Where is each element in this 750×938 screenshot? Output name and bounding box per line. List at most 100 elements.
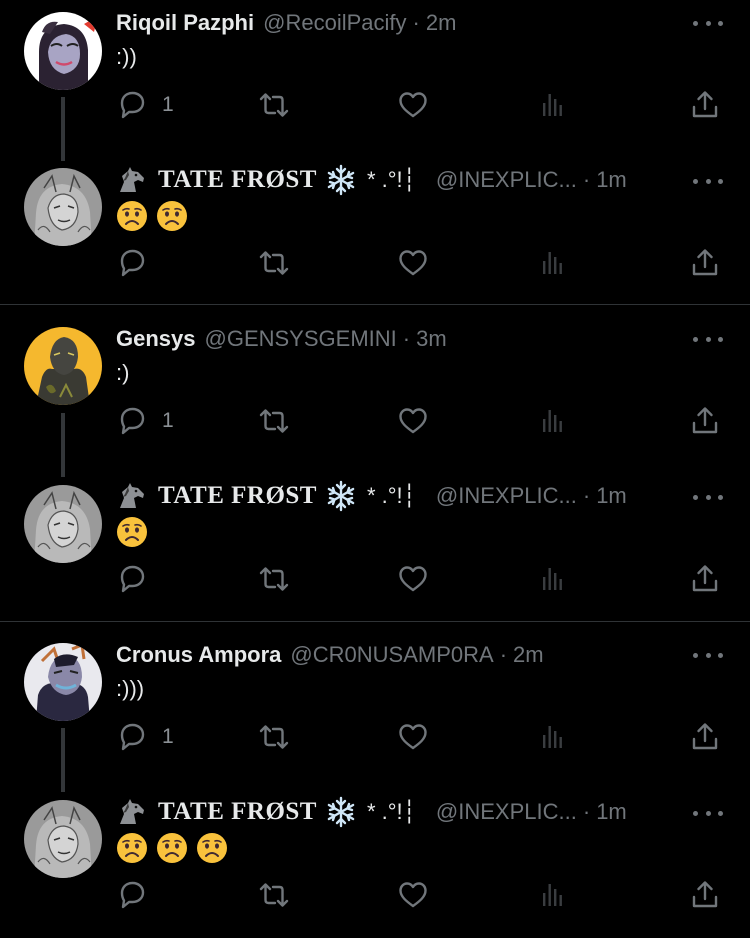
snowflake-icon: [327, 796, 355, 828]
avatar[interactable]: [24, 485, 102, 563]
display-name[interactable]: Riqoil Pazphi: [116, 10, 254, 36]
tweet-header: TATE FRØST * .°!┆ @INEXPLIC... · 1m: [116, 796, 627, 828]
like-button[interactable]: [396, 878, 430, 912]
avatar[interactable]: [24, 327, 102, 405]
tweet-header: Gensys @GENSYSGEMINI · 3m: [116, 324, 447, 354]
avatar[interactable]: [24, 643, 102, 721]
reply-count: 1: [162, 93, 174, 116]
retweet-icon: [259, 93, 289, 117]
analytics-button[interactable]: [536, 562, 570, 596]
analytics-button[interactable]: [536, 720, 570, 754]
like-button[interactable]: [396, 562, 430, 596]
separator-dot: ·: [412, 10, 420, 35]
retweet-button[interactable]: [256, 878, 292, 912]
analytics-icon: [543, 884, 562, 906]
worried-face-icon: [156, 832, 188, 864]
thread-line: [61, 97, 65, 161]
timestamp[interactable]: 1m: [596, 799, 627, 825]
share-button[interactable]: [688, 88, 722, 122]
like-button[interactable]: [396, 88, 430, 122]
like-button[interactable]: [396, 720, 430, 754]
share-button[interactable]: [688, 720, 722, 754]
analytics-button[interactable]: [536, 404, 570, 438]
username[interactable]: @INEXPLIC...: [436, 167, 577, 193]
retweet-icon: [259, 567, 289, 591]
reply-button[interactable]: 1: [116, 720, 174, 754]
worried-face-icon: [156, 200, 188, 232]
avatar[interactable]: [24, 800, 102, 878]
retweet-button[interactable]: [256, 246, 292, 280]
retweet-button[interactable]: [256, 562, 292, 596]
snowflake-icon: [327, 480, 355, 512]
reply-button[interactable]: [116, 878, 150, 912]
retweet-icon: [259, 883, 289, 907]
tweet-header: Riqoil Pazphi @RecoilPacify · 2m: [116, 8, 456, 38]
tweet-emojis: [116, 832, 228, 864]
reply-button[interactable]: 1: [116, 404, 174, 438]
retweet-button[interactable]: [256, 404, 292, 438]
retweet-button[interactable]: [256, 720, 292, 754]
display-name[interactable]: TATE FRØST: [158, 798, 317, 826]
separator-dot: ·: [582, 799, 591, 824]
timestamp[interactable]: 1m: [596, 483, 627, 509]
share-button[interactable]: [688, 878, 722, 912]
analytics-button[interactable]: [536, 878, 570, 912]
analytics-button[interactable]: [536, 246, 570, 280]
separator-dot: ·: [582, 483, 591, 508]
share-icon: [692, 407, 718, 434]
display-name[interactable]: Cronus Ampora: [116, 642, 281, 668]
analytics-icon: [543, 568, 562, 590]
timestamp[interactable]: 1m: [596, 167, 627, 193]
more-icon[interactable]: [693, 809, 723, 817]
separator-dot: ·: [582, 167, 591, 192]
analytics-icon: [543, 410, 562, 432]
share-button[interactable]: [688, 562, 722, 596]
share-icon: [692, 723, 718, 750]
horse-icon: [120, 799, 144, 824]
username[interactable]: @GENSYSGEMINI: [205, 326, 397, 352]
username[interactable]: @CR0NUSAMP0RA: [290, 642, 493, 668]
worried-face-icon: [116, 516, 148, 548]
more-icon[interactable]: [693, 493, 723, 501]
username[interactable]: @INEXPLIC...: [436, 483, 577, 509]
more-icon[interactable]: [693, 651, 723, 659]
like-button[interactable]: [396, 404, 430, 438]
name-decoration: * .°!┆: [366, 799, 416, 824]
avatar[interactable]: [24, 12, 102, 90]
reply-icon: [120, 407, 145, 435]
timestamp[interactable]: 2m: [513, 642, 544, 668]
reply-button[interactable]: [116, 246, 150, 280]
thread-line: [61, 728, 65, 792]
share-icon: [692, 565, 718, 592]
analytics-icon: [543, 94, 562, 116]
more-icon[interactable]: [693, 335, 723, 343]
share-button[interactable]: [688, 246, 722, 280]
reply-button[interactable]: 1: [116, 88, 174, 122]
avatar[interactable]: [24, 168, 102, 246]
retweet-icon: [259, 409, 289, 433]
separator-dot: ·: [402, 326, 411, 351]
display-name[interactable]: TATE FRØST: [158, 482, 317, 510]
display-name[interactable]: TATE FRØST: [158, 166, 317, 194]
reply-button[interactable]: [116, 562, 150, 596]
username[interactable]: @INEXPLIC...: [436, 799, 577, 825]
timestamp[interactable]: 2m: [426, 10, 457, 36]
display-name[interactable]: Gensys: [116, 326, 196, 352]
tweet-header: Cronus Ampora @CR0NUSAMP0RA · 2m: [116, 640, 544, 670]
timestamp[interactable]: 3m: [416, 326, 447, 352]
analytics-icon: [543, 252, 562, 274]
name-decoration: * .°!┆: [366, 483, 416, 508]
share-button[interactable]: [688, 404, 722, 438]
like-button[interactable]: [396, 246, 430, 280]
worried-face-icon: [196, 832, 228, 864]
analytics-button[interactable]: [536, 88, 570, 122]
retweet-button[interactable]: [256, 88, 292, 122]
action-bar: 1: [116, 720, 726, 754]
snowflake-icon: [327, 164, 355, 196]
username[interactable]: @RecoilPacify: [263, 10, 406, 36]
more-icon[interactable]: [693, 19, 723, 27]
reply-icon: [120, 249, 145, 277]
more-icon[interactable]: [693, 177, 723, 185]
worried-face-icon: [116, 832, 148, 864]
like-icon: [399, 408, 427, 434]
